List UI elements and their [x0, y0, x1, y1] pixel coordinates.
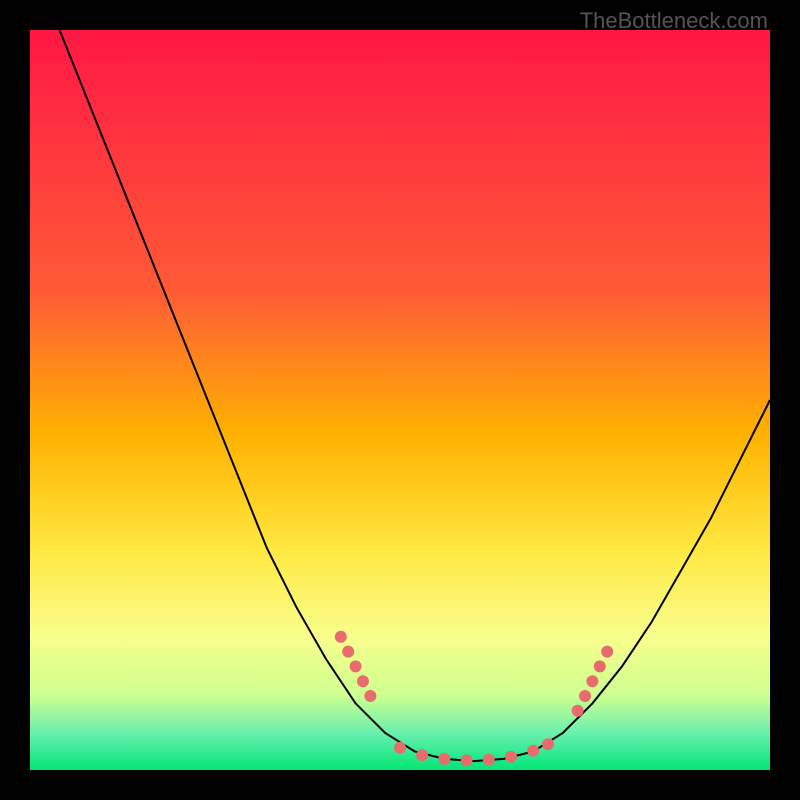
highlight-dot [364, 690, 376, 702]
highlight-dot [416, 749, 428, 761]
chart-svg [30, 30, 770, 770]
highlight-dot [579, 690, 591, 702]
highlight-dot [601, 646, 613, 658]
highlight-dot [335, 631, 347, 643]
highlight-dot [483, 754, 495, 766]
highlight-dot [438, 753, 450, 765]
chart-frame [30, 30, 770, 770]
highlight-dot [586, 675, 598, 687]
highlight-dot [342, 646, 354, 658]
highlight-dot [461, 754, 473, 766]
highlight-dot [357, 675, 369, 687]
highlight-dot [572, 705, 584, 717]
highlight-dot [350, 660, 362, 672]
watermark-text: TheBottleneck.com [580, 8, 768, 34]
highlight-dot [594, 660, 606, 672]
chart-background [30, 30, 770, 770]
highlight-dot [394, 742, 406, 754]
highlight-dot [542, 738, 554, 750]
highlight-dot [505, 751, 517, 763]
highlight-dot [527, 745, 539, 757]
